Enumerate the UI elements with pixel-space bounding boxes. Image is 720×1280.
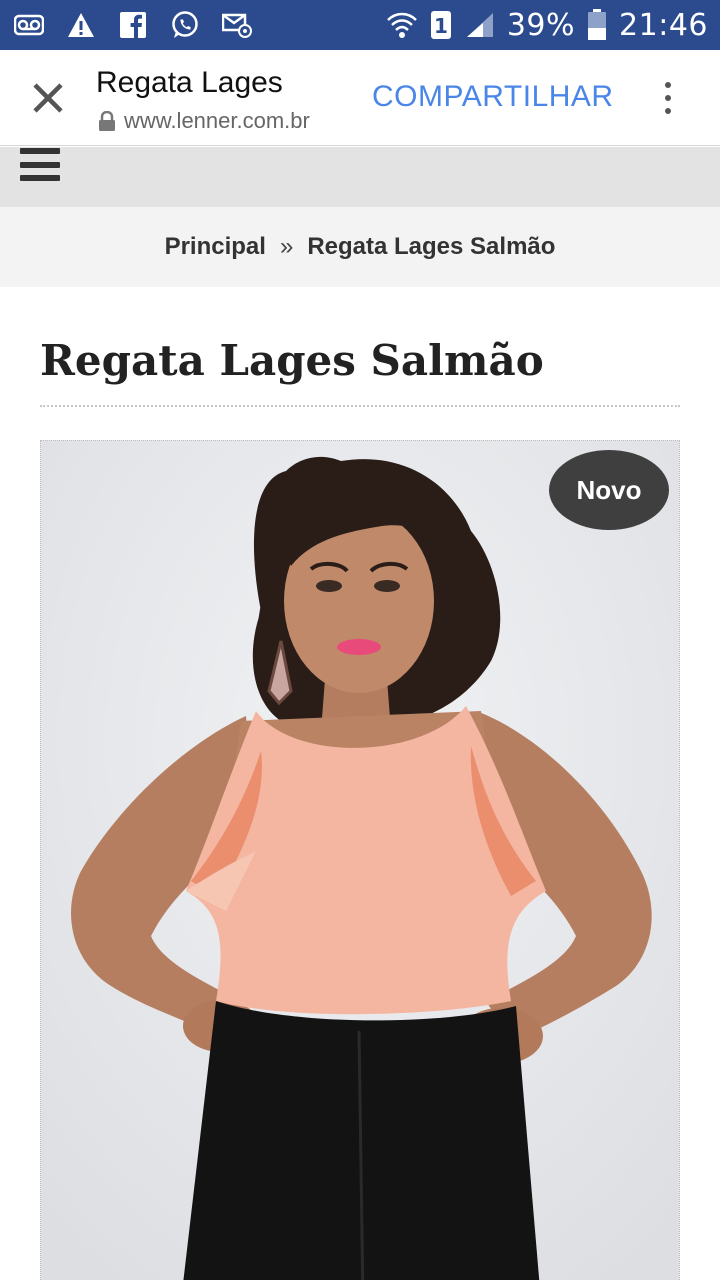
product-title: Regata Lages Salmão [40,336,544,385]
breadcrumb-separator: » [279,233,294,260]
lock-icon [99,111,115,131]
page-title: Regata Lages [96,66,283,99]
site-nav-bar [0,147,720,207]
facebook-icon [116,8,150,42]
url-text: www.lenner.com.br [124,108,310,133]
product-photo-illustration [41,441,679,1280]
wifi-icon [385,8,419,42]
title-divider [40,405,680,407]
status-bar: 1 39% 21:46 [0,0,720,50]
email-icon [220,8,254,42]
breadcrumb-current: Regata Lages Salmão [307,233,556,260]
clock: 21:46 [619,7,708,43]
url-display[interactable]: www.lenner.com.br [98,108,310,134]
more-icon-dot [665,95,671,101]
breadcrumb-home-link[interactable]: Principal [165,233,266,261]
close-icon [33,83,63,113]
browser-toolbar: Regata Lages www.lenner.com.br COMPARTIL… [0,50,720,146]
voicemail-icon [12,8,46,42]
warning-icon [64,8,98,42]
battery-percent: 39% [506,7,576,43]
breadcrumb: Principal » Regata Lages Salmão [0,207,720,287]
menu-icon[interactable] [20,147,60,181]
battery-icon [585,8,609,42]
more-icon-dot [665,82,671,88]
sim-slot-icon: 1 [429,8,453,42]
share-button[interactable]: COMPARTILHAR [372,80,614,114]
more-options-button[interactable] [648,74,688,122]
notification-icons [0,8,254,42]
new-badge: Novo [549,450,669,530]
more-icon-dot [665,108,671,114]
signal-icon [463,8,497,42]
whatsapp-icon [168,8,202,42]
close-button[interactable] [20,72,76,124]
system-icons: 1 39% 21:46 [385,8,720,43]
sim-slot-number: 1 [434,14,448,38]
product-photo[interactable] [40,440,680,1280]
